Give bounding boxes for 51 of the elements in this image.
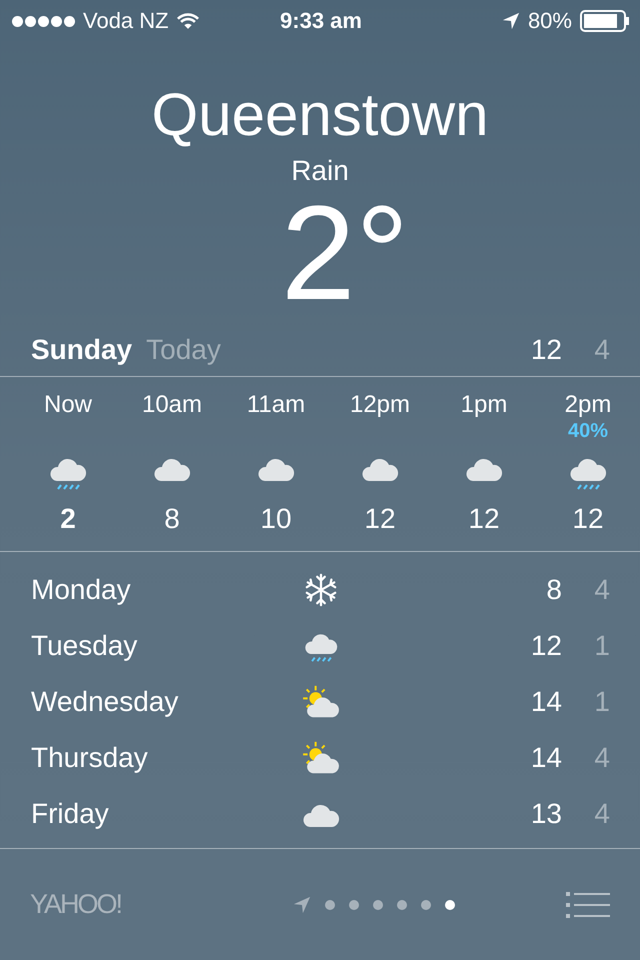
hour-label: 1pm [460,391,508,419]
hour-label: 12pm [350,391,410,419]
page-dot[interactable] [396,900,407,910]
hour-temperature: 12 [364,503,396,535]
hour-temperature: 10 [260,503,292,535]
day-name: Thursday [31,742,149,774]
battery-icon [580,10,630,32]
hour-temperature: 2 [60,503,76,535]
location-arrow-icon[interactable] [292,896,311,914]
low-temperature: 1 [593,686,610,718]
low-temperature: 1 [593,630,610,662]
low-temperature: 4 [593,742,610,774]
low-temperature: 4 [593,574,610,606]
hour-label: 11am [246,391,306,419]
high-temperature: 13 [530,798,562,830]
location-arrow-icon [502,12,520,30]
low-temperature: 4 [593,798,610,830]
rain-chance: 40% [568,420,608,442]
list-icon[interactable] [566,892,610,918]
hour-temperature: 8 [164,503,180,535]
high-temperature: 14 [530,686,562,718]
high-temperature: 8 [545,574,562,606]
day-name: Monday [31,574,132,606]
page-dot[interactable] [372,900,383,910]
carrier-name: Voda NZ [83,8,169,34]
battery-percentage: 80% [528,8,572,34]
page-dot[interactable] [420,900,431,910]
signal-icon [12,16,75,26]
page-dot[interactable] [324,900,335,910]
high-temperature: 12 [530,630,562,662]
hour-label: 2pm [564,391,612,419]
yahoo-logo[interactable]: YAHOO! [30,889,122,920]
page-dot[interactable] [444,900,455,910]
high-temperature: 14 [530,742,562,774]
day-name: Friday [31,798,110,830]
wifi-icon [176,12,199,30]
page-dot[interactable] [348,900,359,910]
hour-label: 10am [142,391,202,419]
city-name: Queenstown [150,82,490,148]
day-name: Sunday [31,334,132,366]
high-temperature: 12 [530,334,562,366]
today-label: Today [146,334,222,366]
sun-cloud-icon [301,685,341,719]
hour-temperature: 12 [468,503,500,535]
day-name: Wednesday [31,686,180,718]
sun-cloud-icon [301,741,341,775]
hour-temperature: 12 [572,503,604,535]
status-time: 9:33 am [280,8,362,34]
day-name: Tuesday [31,630,138,662]
hour-label: Now [44,391,92,419]
low-temperature: 4 [593,334,610,366]
